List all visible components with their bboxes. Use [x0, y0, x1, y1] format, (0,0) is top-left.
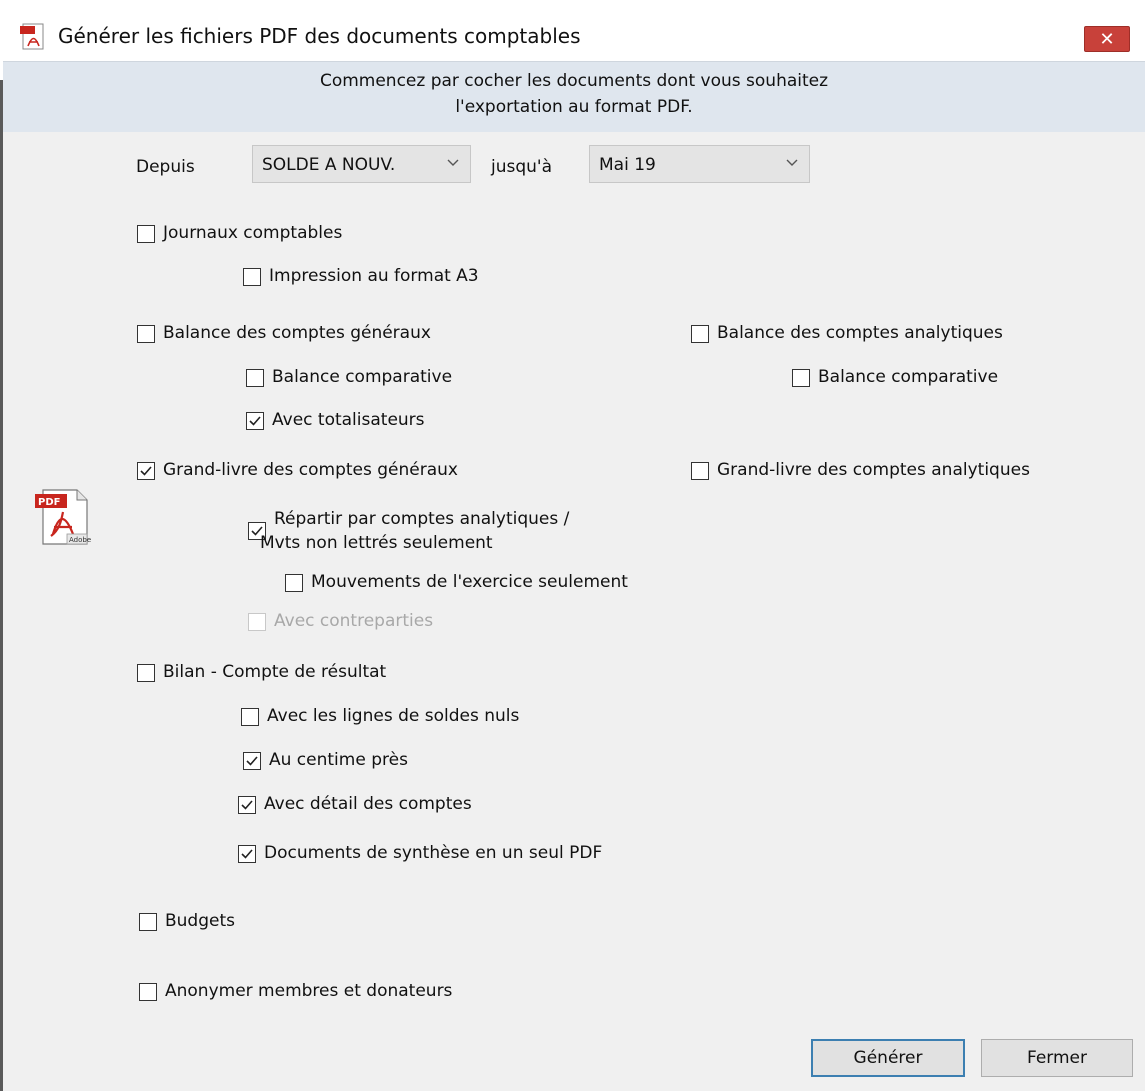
- to-period-value: Mai 19: [599, 155, 656, 175]
- checkbox-box[interactable]: [137, 462, 155, 480]
- checkbox-box: [248, 613, 266, 631]
- checkbox-label-line-1: Répartir par comptes analytiques /: [274, 509, 570, 529]
- chevron-down-icon: [786, 159, 798, 166]
- checkbox-box[interactable]: [238, 845, 256, 863]
- checkmark-icon: [241, 800, 253, 810]
- checkbox-box[interactable]: [691, 325, 709, 343]
- checkbox-box[interactable]: [137, 225, 155, 243]
- checkbox-label: Mouvements de l'exercice seulement: [311, 572, 628, 592]
- checkbox-box[interactable]: [238, 796, 256, 814]
- checkbox-label: Journaux comptables: [163, 223, 343, 243]
- instruction-banner: Commencez par cocher les documents dont …: [3, 61, 1145, 133]
- generer-button[interactable]: Générer: [811, 1039, 965, 1077]
- checkmark-icon: [140, 466, 152, 476]
- to-period-select[interactable]: Mai 19: [589, 145, 810, 183]
- checkmark-icon: [246, 756, 258, 766]
- checkbox-box[interactable]: [139, 983, 157, 1001]
- instruction-line-1: Commencez par cocher les documents dont …: [319, 71, 829, 91]
- instruction-line-2: l'exportation au format PDF.: [455, 97, 693, 117]
- checkbox-label: Avec les lignes de soldes nuls: [267, 706, 520, 726]
- checkbox-label: Grand-livre des comptes généraux: [163, 460, 458, 480]
- pdf-document-icon: [20, 23, 44, 50]
- close-icon: ✕: [1099, 29, 1115, 50]
- svg-text:Adobe: Adobe: [69, 536, 91, 544]
- dialog-content: Depuis SOLDE A NOUV. jusqu'à Mai 19 Jour…: [3, 132, 1145, 1091]
- checkbox-box[interactable]: [243, 752, 261, 770]
- checkbox-label: Au centime près: [269, 750, 408, 770]
- fermer-button[interactable]: Fermer: [981, 1039, 1133, 1077]
- checkbox-label: Avec détail des comptes: [264, 794, 472, 814]
- checkbox-box[interactable]: [137, 664, 155, 682]
- checkbox-box[interactable]: [285, 574, 303, 592]
- checkbox-label: Balance des comptes analytiques: [717, 323, 1003, 343]
- checkbox-label: Avec totalisateurs: [272, 410, 425, 430]
- checkbox-box[interactable]: [241, 708, 259, 726]
- window-title: Générer les fichiers PDF des documents c…: [58, 24, 581, 48]
- dialog-window: Générer les fichiers PDF des documents c…: [0, 0, 1145, 1091]
- checkbox-box[interactable]: [243, 268, 261, 286]
- checkbox-box[interactable]: [691, 462, 709, 480]
- checkbox-label: Balance comparative: [818, 367, 999, 387]
- checkbox-label: Impression au format A3: [269, 266, 479, 286]
- checkbox-label-line-2: Mvts non lettrés seulement: [260, 533, 493, 553]
- checkbox-label: Bilan - Compte de résultat: [163, 662, 387, 682]
- checkbox-label: Anonymer membres et donateurs: [165, 981, 453, 1001]
- checkbox-label: Budgets: [165, 911, 236, 931]
- adobe-pdf-icon: PDF Adobe: [35, 489, 91, 545]
- checkbox-label: Balance comparative: [272, 367, 453, 387]
- checkbox-label: Avec contreparties: [274, 611, 434, 631]
- chevron-down-icon: [447, 159, 459, 166]
- checkbox-box[interactable]: [139, 913, 157, 931]
- checkbox-label: Balance des comptes généraux: [163, 323, 431, 343]
- checkbox-box[interactable]: [246, 412, 264, 430]
- checkbox-label: Grand-livre des comptes analytiques: [717, 460, 1030, 480]
- close-button[interactable]: ✕: [1084, 26, 1130, 52]
- checkbox-box[interactable]: [246, 369, 264, 387]
- checkbox-label: Documents de synthèse en un seul PDF: [264, 843, 603, 863]
- svg-text:PDF: PDF: [38, 497, 60, 508]
- checkbox-box[interactable]: [137, 325, 155, 343]
- to-label: jusqu'à: [491, 157, 553, 177]
- checkmark-icon: [249, 416, 261, 426]
- from-period-select[interactable]: SOLDE A NOUV.: [252, 145, 471, 183]
- checkbox-box[interactable]: [792, 369, 810, 387]
- from-label: Depuis: [136, 157, 195, 177]
- from-period-value: SOLDE A NOUV.: [262, 155, 396, 175]
- checkmark-icon: [241, 849, 253, 859]
